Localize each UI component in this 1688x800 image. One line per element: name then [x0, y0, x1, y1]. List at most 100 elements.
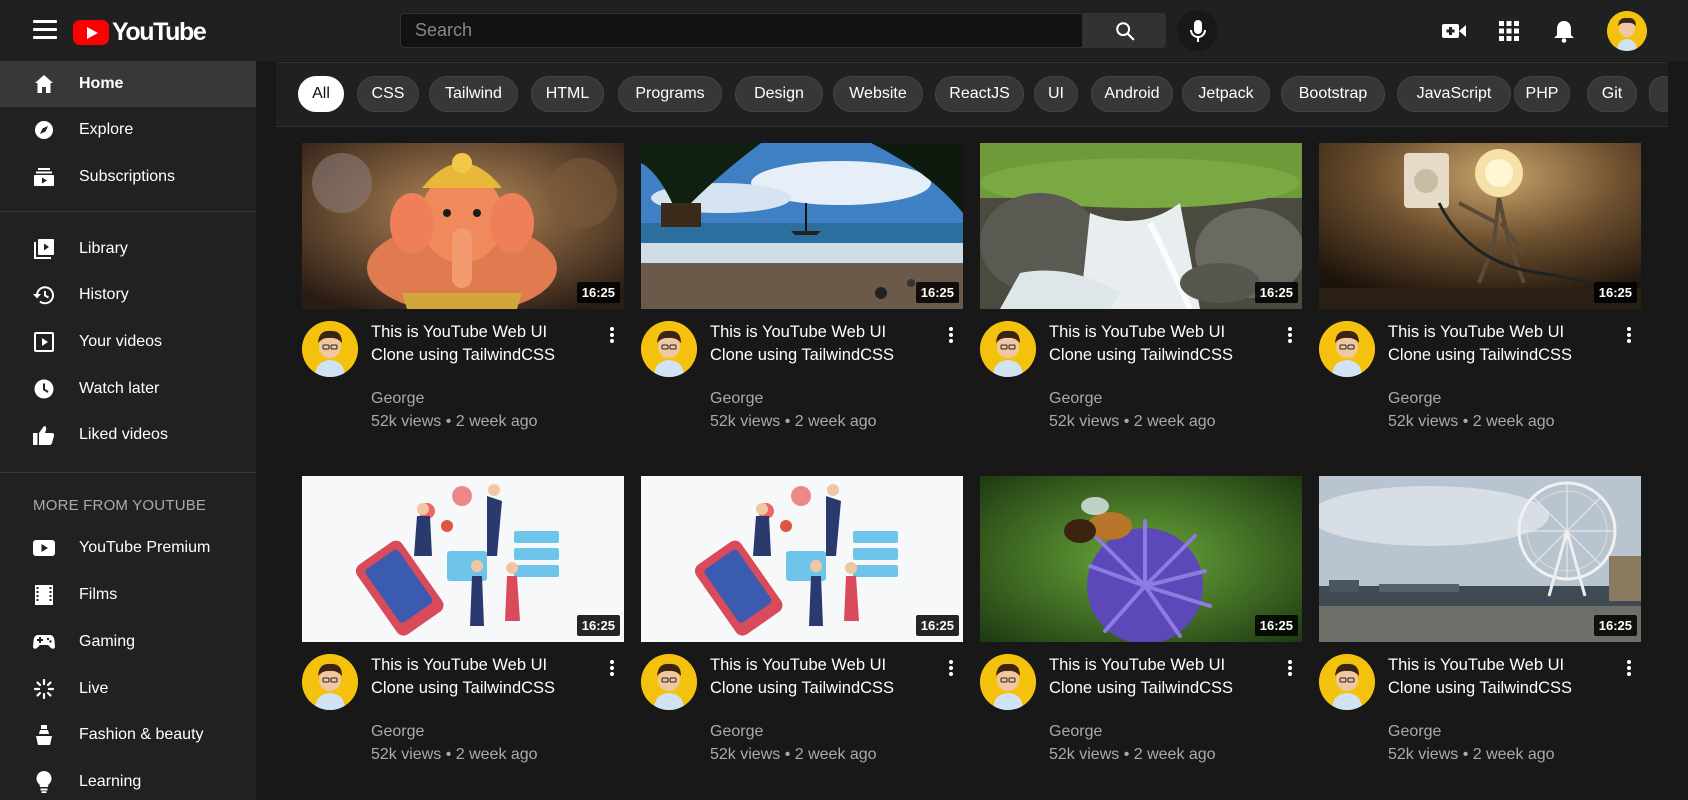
video-card[interactable]: 16:25 This is YouTube Web UI Clone using… [302, 476, 624, 776]
channel-avatar[interactable] [302, 321, 358, 377]
sidebar-item-fashion-beauty[interactable]: Fashion & beauty [0, 712, 256, 758]
video-meta: 52k views • 2 week ago [1049, 746, 1216, 763]
channel-name[interactable]: George [371, 390, 424, 408]
more-options-icon[interactable] [1285, 325, 1295, 345]
channel-name[interactable]: George [1049, 390, 1102, 408]
channel-name[interactable]: George [371, 723, 424, 741]
video-thumbnail[interactable]: 16:25 [1319, 143, 1641, 309]
chip-ui[interactable]: UI [1034, 76, 1078, 112]
channel-avatar[interactable] [980, 321, 1036, 377]
chip-javascript[interactable]: JavaScript [1397, 76, 1511, 112]
video-meta: 52k views • 2 week ago [1049, 413, 1216, 430]
chip-tailwind[interactable]: Tailwind [429, 76, 518, 112]
voice-search-button[interactable] [1177, 10, 1218, 51]
chip-bootstrap[interactable]: Bootstrap [1281, 76, 1385, 112]
video-thumbnail[interactable]: 16:25 [641, 476, 963, 642]
video-card[interactable]: 16:25 This is YouTube Web UI Clone using… [980, 143, 1302, 443]
chip-all[interactable]: All [298, 76, 344, 112]
more-options-icon[interactable] [607, 325, 617, 345]
video-thumbnail[interactable]: 16:25 [302, 143, 624, 309]
sidebar-item-learning[interactable]: Learning [0, 759, 256, 800]
chip-css[interactable]: CSS [357, 76, 419, 112]
youtube-logo[interactable]: YouTube [73, 18, 207, 47]
channel-name[interactable]: George [1049, 723, 1102, 741]
sidebar-item-your-videos[interactable]: Your videos [0, 319, 256, 365]
video-title[interactable]: This is YouTube Web UI Clone using Tailw… [710, 654, 930, 700]
hamburger-menu-icon[interactable] [33, 20, 57, 40]
channel-avatar[interactable] [1319, 654, 1375, 710]
duration-badge: 16:25 [576, 282, 620, 303]
more-options-icon[interactable] [1624, 325, 1634, 345]
sidebar-item-library[interactable]: Library [0, 226, 256, 272]
video-thumbnail[interactable]: 16:25 [980, 476, 1302, 642]
apps-grid-icon[interactable] [1496, 18, 1522, 44]
sidebar-item-films[interactable]: Films [0, 572, 256, 618]
channel-avatar[interactable] [641, 321, 697, 377]
channel-name[interactable]: George [710, 723, 763, 741]
chip-git[interactable]: Git [1587, 76, 1637, 112]
sidebar-item-subscriptions[interactable]: Subscriptions [0, 154, 256, 200]
sidebar-item-live[interactable]: Live [0, 666, 256, 712]
video-title[interactable]: This is YouTube Web UI Clone using Tailw… [1388, 321, 1608, 367]
video-title[interactable]: This is YouTube Web UI Clone using Tailw… [1049, 321, 1269, 367]
channel-avatar[interactable] [980, 654, 1036, 710]
duration-badge: 16:25 [915, 615, 959, 636]
video-title[interactable]: This is YouTube Web UI Clone using Tailw… [1388, 654, 1608, 700]
chip-php[interactable]: PHP [1514, 76, 1570, 112]
video-card[interactable]: 16:25 This is YouTube Web UI Clone using… [1319, 143, 1641, 443]
more-options-icon[interactable] [946, 325, 956, 345]
user-avatar[interactable] [1607, 11, 1647, 51]
video-title[interactable]: This is YouTube Web UI Clone using Tailw… [1049, 654, 1269, 700]
search-box[interactable] [400, 13, 1083, 48]
channel-name[interactable]: George [1388, 390, 1441, 408]
video-title[interactable]: This is YouTube Web UI Clone using Tailw… [710, 321, 930, 367]
sidebar-item-liked-videos[interactable]: Liked videos [0, 412, 256, 458]
chip-android[interactable]: Android [1091, 76, 1173, 112]
video-title[interactable]: This is YouTube Web UI Clone using Tailw… [371, 654, 591, 700]
more-options-icon[interactable] [1624, 658, 1634, 678]
sidebar-item-home[interactable]: Home [0, 61, 256, 107]
sidebar-item-watch-later[interactable]: Watch later [0, 366, 256, 412]
thumbs-up-icon [33, 424, 55, 446]
home-icon [33, 73, 55, 95]
video-title[interactable]: This is YouTube Web UI Clone using Tailw… [371, 321, 591, 367]
more-options-icon[interactable] [946, 658, 956, 678]
chip-reactjs[interactable]: ReactJS [935, 76, 1024, 112]
channel-name[interactable]: George [1388, 723, 1441, 741]
video-card[interactable]: 16:25 This is YouTube Web UI Clone using… [641, 143, 963, 443]
more-options-icon[interactable] [1285, 658, 1295, 678]
channel-avatar[interactable] [641, 654, 697, 710]
chip-html[interactable]: HTML [531, 76, 604, 112]
video-card[interactable]: 16:25 This is YouTube Web UI Clone using… [641, 476, 963, 776]
sidebar-item-history[interactable]: History [0, 272, 256, 318]
chip-design[interactable]: Design [735, 76, 823, 112]
chip-programs[interactable]: Programs [618, 76, 722, 112]
video-thumbnail[interactable]: 16:25 [641, 143, 963, 309]
channel-name[interactable]: George [710, 390, 763, 408]
notifications-bell-icon[interactable] [1551, 18, 1577, 44]
video-card[interactable]: 16:25 This is YouTube Web UI Clone using… [1319, 476, 1641, 776]
chip-overflow[interactable] [1649, 76, 1668, 112]
video-card[interactable]: 16:25 This is YouTube Web UI Clone using… [302, 143, 624, 443]
channel-avatar[interactable] [302, 654, 358, 710]
video-thumbnail[interactable]: 16:25 [302, 476, 624, 642]
sidebar-item-youtube-premium[interactable]: YouTube Premium [0, 525, 256, 571]
channel-avatar[interactable] [1319, 321, 1375, 377]
video-thumbnail[interactable]: 16:25 [1319, 476, 1641, 642]
more-options-icon[interactable] [607, 658, 617, 678]
search-button[interactable] [1083, 13, 1166, 48]
chip-website[interactable]: Website [833, 76, 923, 112]
sidebar-item-explore[interactable]: Explore [0, 107, 256, 153]
video-card[interactable]: 16:25 This is YouTube Web UI Clone using… [980, 476, 1302, 776]
your-videos-icon [33, 331, 55, 353]
duration-badge: 16:25 [1593, 282, 1637, 303]
video-thumbnail[interactable]: 16:25 [980, 143, 1302, 309]
create-video-icon[interactable] [1441, 18, 1467, 44]
search-input[interactable] [401, 14, 1082, 47]
sidebar-item-gaming[interactable]: Gaming [0, 619, 256, 665]
video-meta: 52k views • 2 week ago [1388, 746, 1555, 763]
scrollbar[interactable] [1668, 61, 1688, 800]
history-icon [33, 284, 55, 306]
chip-jetpack[interactable]: Jetpack [1182, 76, 1270, 112]
duration-badge: 16:25 [915, 282, 959, 303]
